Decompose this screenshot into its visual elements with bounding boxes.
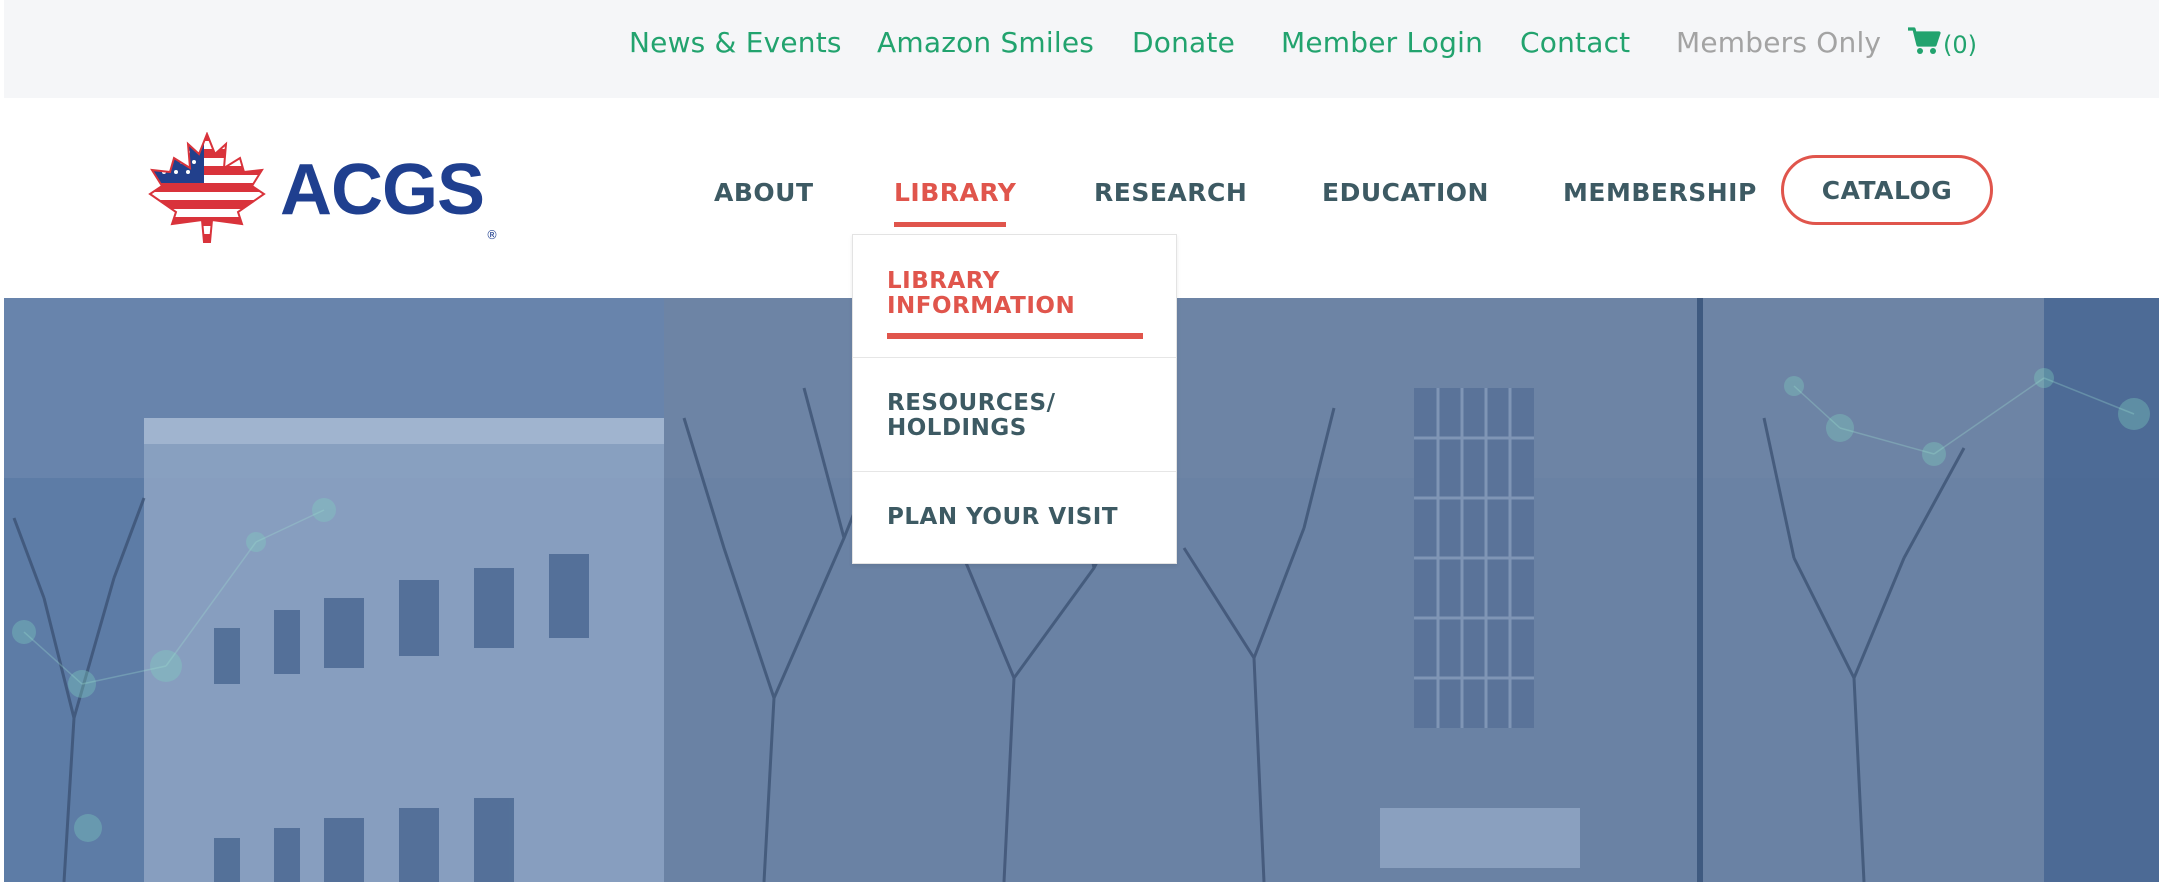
top-link-amazon-smiles[interactable]: Amazon Smiles [877,26,1094,59]
catalog-button[interactable]: CATALOG [1781,155,1993,225]
nav-education[interactable]: EDUCATION [1322,178,1489,207]
cart-icon [1907,26,1941,60]
dropdown-active-underline [887,333,1143,339]
dropdown-item-plan-your-visit[interactable]: PLAN YOUR VISIT [887,505,1118,530]
nav-about[interactable]: ABOUT [714,178,814,207]
top-link-members-only[interactable]: Members Only [1676,26,1881,59]
dropdown-divider [853,357,1176,358]
library-dropdown-menu: LIBRARY INFORMATION RESOURCES/ HOLDINGS … [852,234,1177,564]
dropdown-divider [853,471,1176,472]
cart-count: (0) [1943,30,1977,59]
cart-link[interactable]: (0) [1907,26,1977,60]
dropdown-item-resources-holdings[interactable]: RESOURCES/ HOLDINGS [887,391,1055,441]
nav-library[interactable]: LIBRARY [894,178,1016,207]
nav-membership[interactable]: MEMBERSHIP [1563,178,1757,207]
top-link-donate[interactable]: Donate [1132,26,1235,59]
nav-research[interactable]: RESEARCH [1094,178,1247,207]
flag-maple-leaf-logo-icon [148,131,266,248]
nav-library-active-underline [894,222,1006,227]
top-link-member-login[interactable]: Member Login [1281,26,1483,59]
top-link-contact[interactable]: Contact [1520,26,1630,59]
logo-wordmark: ACGS [280,150,485,230]
top-link-news-events[interactable]: News & Events [629,26,842,59]
logo-registered-mark: ® [486,228,499,242]
dropdown-item-library-information[interactable]: LIBRARY INFORMATION [887,269,1075,319]
site-logo[interactable]: ACGS ® [148,131,499,248]
